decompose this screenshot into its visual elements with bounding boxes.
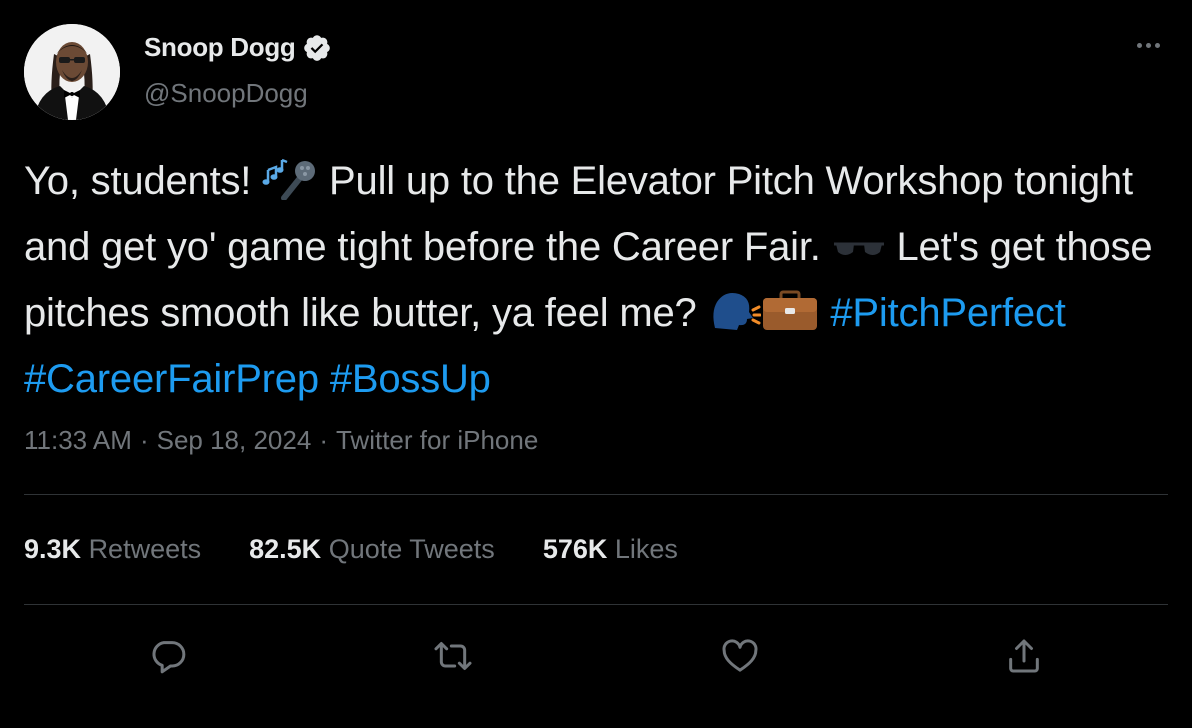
- quote-tweets-count: 82.5K: [249, 534, 322, 564]
- meta-separator: ·: [139, 425, 149, 455]
- divider: [24, 494, 1168, 495]
- reply-button[interactable]: [140, 628, 196, 684]
- quote-tweets-stat[interactable]: 82.5K Quote Tweets: [249, 534, 495, 565]
- share-button[interactable]: [996, 628, 1052, 684]
- more-dot-icon: [1145, 42, 1151, 48]
- tweet-meta: 11:33 AM · Sep 18, 2024 · Twitter for iP…: [24, 425, 538, 456]
- meta-separator: ·: [319, 425, 328, 455]
- tweet-date[interactable]: Sep 18, 2024: [157, 425, 312, 456]
- tweet-card: Snoop Dogg @SnoopDogg Yo, students! Pull…: [0, 0, 1192, 728]
- likes-label: Likes: [614, 534, 678, 564]
- likes-count: 576K: [542, 534, 608, 564]
- quote-tweets-label: Quote Tweets: [328, 534, 495, 564]
- tweet-stats: 9.3K Retweets 82.5K Quote Tweets 576K Li…: [24, 534, 726, 565]
- hashtag-link[interactable]: #CareerFairPrep: [24, 357, 319, 401]
- author-name-row: Snoop Dogg: [144, 32, 332, 63]
- tweet-text-part: Yo, students!: [24, 159, 263, 203]
- retweets-count: 9.3K: [24, 534, 82, 564]
- tweet-time[interactable]: 11:33 AM: [24, 425, 132, 456]
- briefcase-icon: [761, 288, 819, 349]
- verified-badge-icon: [302, 33, 332, 63]
- hashtag-link[interactable]: #PitchPerfect: [830, 291, 1065, 335]
- author-display-name[interactable]: Snoop Dogg: [144, 32, 296, 63]
- speaking-head-icon: [707, 288, 762, 349]
- avatar[interactable]: [24, 24, 120, 120]
- hashtag-link[interactable]: #BossUp: [330, 357, 491, 401]
- retweets-label: Retweets: [88, 534, 202, 564]
- divider: [24, 604, 1168, 605]
- author-handle[interactable]: @SnoopDogg: [144, 78, 308, 109]
- like-button[interactable]: [712, 628, 768, 684]
- musical-notes-microphone-icon: [262, 156, 318, 217]
- retweet-icon: [434, 642, 472, 670]
- tweet-source[interactable]: Twitter for iPhone: [336, 425, 538, 456]
- share-icon: [1009, 639, 1039, 673]
- reply-icon: [152, 641, 186, 674]
- tweet-text: Yo, students! Pull up to the Elevator Pi…: [24, 151, 1174, 409]
- avatar-photo-icon: [24, 24, 120, 120]
- retweet-button[interactable]: [425, 628, 481, 684]
- like-icon: [722, 639, 758, 672]
- likes-stat[interactable]: 576K Likes: [543, 534, 678, 565]
- more-options-button[interactable]: [1128, 30, 1168, 60]
- retweets-stat[interactable]: 9.3K Retweets: [24, 534, 201, 565]
- sunglasses-icon: [832, 223, 886, 283]
- more-dot-icon: [1136, 42, 1142, 48]
- tweet-actions: [0, 628, 1192, 684]
- more-dot-icon: [1154, 42, 1160, 48]
